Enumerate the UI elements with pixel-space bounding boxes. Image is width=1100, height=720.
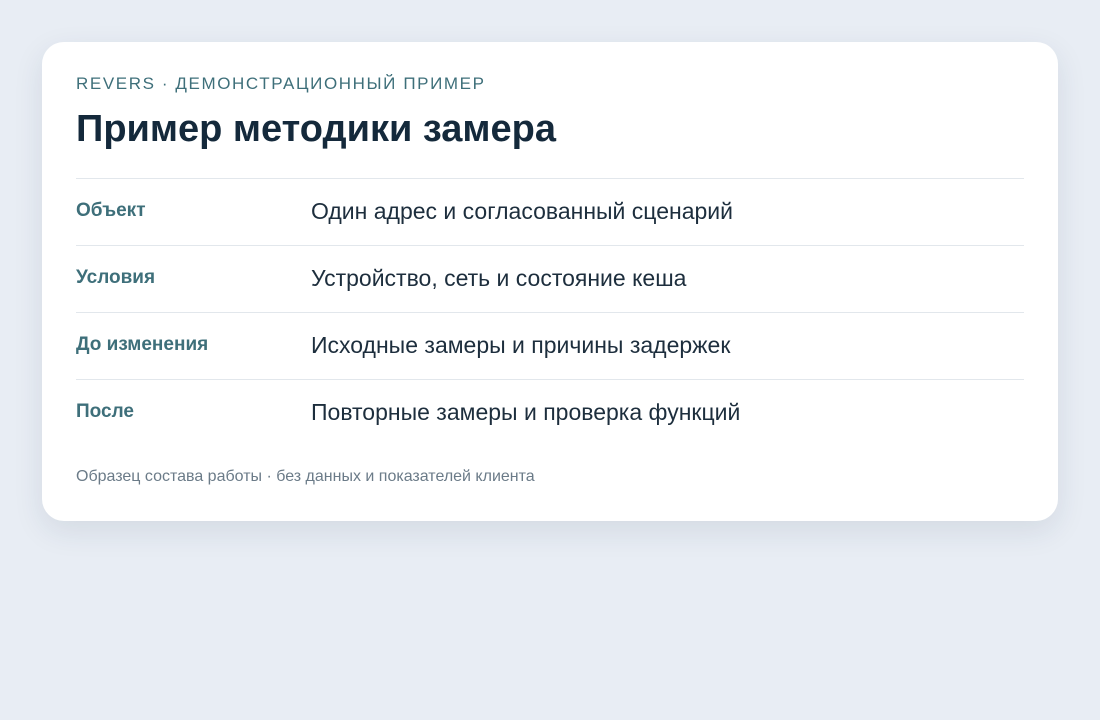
eyebrow-label: REVERS · ДЕМОНСТРАЦИОННЫЙ ПРИМЕР	[76, 74, 486, 93]
table-row-after: После Повторные замеры и проверка функци…	[76, 380, 1024, 446]
row-value: Повторные замеры и проверка функций	[311, 399, 741, 425]
row-label: Объект	[76, 200, 146, 221]
row-value: Исходные замеры и причины задержек	[311, 332, 731, 358]
methodology-card: REVERS · ДЕМОНСТРАЦИОННЫЙ ПРИМЕР Пример …	[42, 42, 1058, 521]
row-label: До изменения	[76, 334, 209, 355]
page-title: Пример методики замера	[76, 108, 556, 150]
footnote: Образец состава работы · без данных и по…	[76, 468, 535, 485]
row-label: Условия	[76, 267, 156, 288]
row-label: После	[76, 401, 134, 422]
table-row-object: Объект Один адрес и согласованный сценар…	[76, 179, 1024, 246]
table-row-conditions: Условия Устройство, сеть и состояние кеш…	[76, 246, 1024, 313]
row-value: Устройство, сеть и состояние кеша	[311, 265, 687, 291]
table-row-before: До изменения Исходные замеры и причины з…	[76, 313, 1024, 380]
row-value: Один адрес и согласованный сценарий	[311, 198, 733, 224]
methodology-table: Объект Один адрес и согласованный сценар…	[76, 178, 1024, 446]
